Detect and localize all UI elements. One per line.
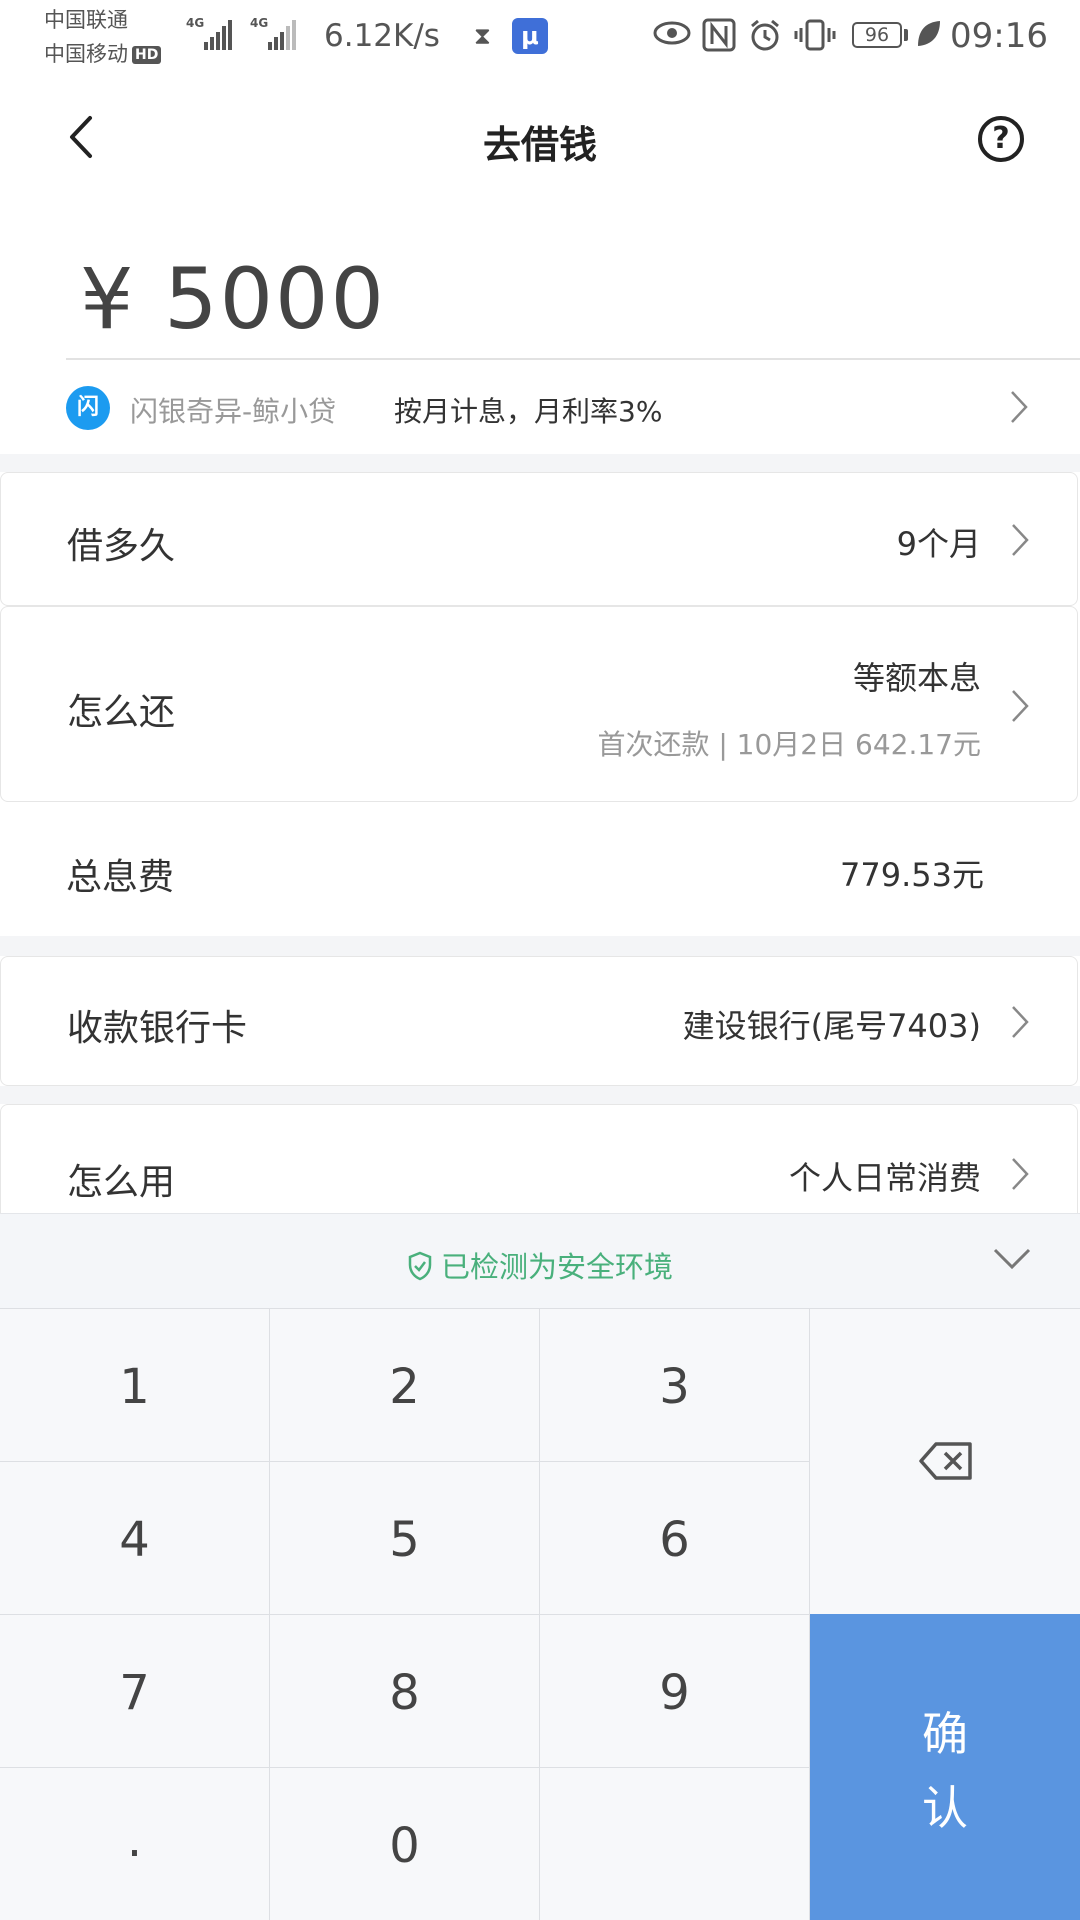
keyboard-header: 已检测为安全环境 <box>0 1213 1080 1309</box>
row-value: 等额本息 <box>852 659 981 697</box>
title-bar: 去借钱 ? <box>0 80 1080 200</box>
chevron-right-icon <box>1012 690 1029 722</box>
alarm-icon <box>748 18 782 59</box>
key-8[interactable]: 8 <box>270 1614 540 1767</box>
loan-duration-row[interactable]: 借多久 9个月 <box>0 472 1078 606</box>
confirm-label-line1: 确 <box>922 1707 968 1761</box>
hourglass-icon: ⧗ <box>474 22 491 50</box>
help-icon[interactable]: ? <box>978 116 1024 162</box>
row-label: 怎么用 <box>67 1162 176 1203</box>
nfc-icon <box>702 18 736 59</box>
status-bar: 中国联通 中国移动 HD 4G 4G 6.12K/s ⧗ μ 96 09:16 <box>0 0 1080 75</box>
network-speed: 6.12K/s <box>324 18 440 54</box>
secure-environment-notice: 已检测为安全环境 <box>0 1244 1080 1286</box>
chevron-right-icon <box>1012 1006 1029 1038</box>
key-5[interactable]: 5 <box>270 1461 540 1614</box>
divider <box>66 358 1080 360</box>
carrier-name-2: 中国移动 HD <box>44 42 162 66</box>
section-divider <box>0 936 1080 956</box>
backspace-icon <box>919 1442 972 1480</box>
loan-amount-input[interactable]: ¥ 5000 <box>80 250 386 348</box>
chevron-down-icon[interactable] <box>992 1246 1032 1272</box>
row-label: 收款银行卡 <box>67 1008 248 1049</box>
row-value: 9个月 <box>896 525 981 563</box>
lender-logo-icon: 闪 <box>66 386 110 430</box>
chevron-right-icon <box>1012 524 1029 556</box>
eye-icon <box>652 18 692 55</box>
section-divider <box>0 1086 1080 1104</box>
battery-tip <box>904 29 908 41</box>
lender-row[interactable]: 闪 闪银奇异-鲸小贷 按月计息，月利率3% <box>0 362 1080 454</box>
key-7[interactable]: 7 <box>0 1614 270 1767</box>
vibrate-icon <box>794 18 836 59</box>
signal-icon: 4G <box>250 16 300 50</box>
row-value: 建设银行(尾号7403) <box>682 1007 981 1045</box>
row-value: 779.53元 <box>840 856 984 894</box>
row-label: 总息费 <box>66 857 175 898</box>
key-2[interactable]: 2 <box>270 1308 540 1461</box>
chevron-right-icon <box>1011 391 1028 423</box>
key-0[interactable]: 0 <box>270 1767 540 1920</box>
confirm-label-line2: 认 <box>922 1781 968 1835</box>
leaf-icon <box>914 18 942 57</box>
signal-icon: 4G <box>186 16 236 50</box>
receiving-bank-card-row[interactable]: 收款银行卡 建设银行(尾号7403) <box>0 956 1078 1086</box>
carrier-name-1: 中国联通 <box>44 8 128 32</box>
repayment-method-row[interactable]: 怎么还 等额本息 首次还款 | 10月2日 642.17元 <box>0 606 1078 802</box>
confirm-button[interactable]: 确 认 <box>810 1614 1080 1920</box>
chevron-right-icon <box>1012 1158 1029 1190</box>
battery-icon: 96 <box>852 22 902 48</box>
section-divider <box>0 454 1080 472</box>
total-interest-row: 总息费 779.53元 <box>0 802 1080 936</box>
lender-name: 闪银奇异-鲸小贷 <box>130 395 337 428</box>
backspace-key[interactable] <box>810 1308 1080 1614</box>
row-label: 怎么还 <box>67 692 176 733</box>
key-6[interactable]: 6 <box>540 1461 810 1614</box>
interest-rate-text: 按月计息，月利率3% <box>394 395 663 428</box>
key-decimal[interactable]: . <box>0 1767 270 1920</box>
row-value: 个人日常消费 <box>788 1159 981 1197</box>
blank-key <box>540 1767 810 1920</box>
key-9[interactable]: 9 <box>540 1614 810 1767</box>
page-title: 去借钱 <box>482 123 597 167</box>
shield-check-icon <box>408 1251 432 1281</box>
row-label: 借多久 <box>67 526 176 567</box>
first-repayment-text: 首次还款 | 10月2日 642.17元 <box>597 728 981 761</box>
app-notification-icon: μ <box>512 18 548 54</box>
clock: 09:16 <box>950 16 1048 56</box>
key-3[interactable]: 3 <box>540 1308 810 1461</box>
key-4[interactable]: 4 <box>0 1461 270 1614</box>
hd-badge: HD <box>132 46 162 64</box>
secure-text: 已检测为安全环境 <box>440 1250 673 1284</box>
key-1[interactable]: 1 <box>0 1308 270 1461</box>
